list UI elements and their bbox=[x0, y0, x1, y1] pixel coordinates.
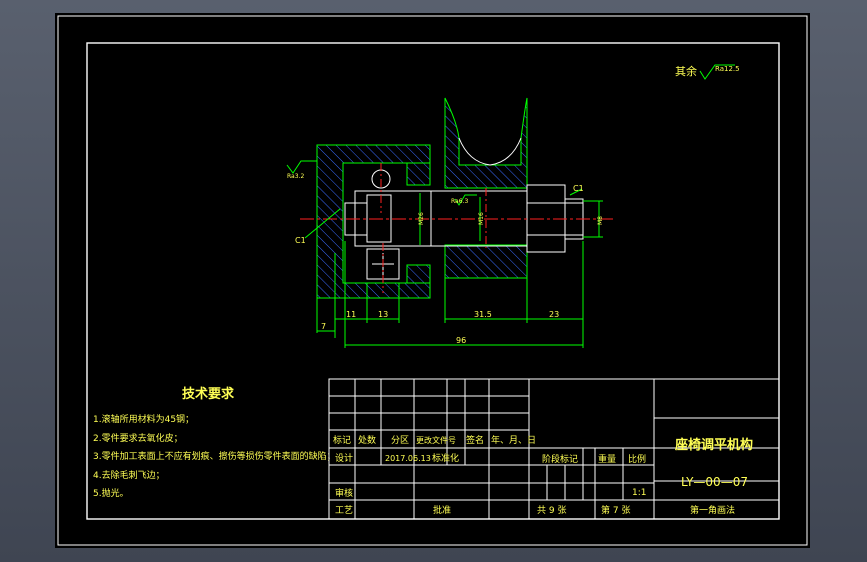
cad-viewport[interactable]: 其余 Ra12.5 Ra3.2 Ra6.3 C1 C1 M26 M16 M8 7… bbox=[0, 0, 867, 562]
chamfer-label-right: C1 bbox=[573, 184, 584, 193]
dim-96: 96 bbox=[456, 336, 466, 345]
pulley-plate-lower bbox=[444, 244, 528, 279]
outer-border bbox=[57, 15, 808, 546]
tech-item-4: 4.去除毛刺飞边； bbox=[93, 469, 165, 481]
tb-projection: 第一角画法 bbox=[690, 504, 735, 516]
surface-finish-note: 其余 Ra12.5 bbox=[675, 64, 740, 80]
part-drawing: Ra3.2 Ra6.3 C1 C1 M26 M16 M8 7 11 13 31.… bbox=[286, 97, 615, 348]
drawing-sheet: 其余 Ra12.5 Ra3.2 Ra6.3 C1 C1 M26 M16 M8 7… bbox=[55, 13, 810, 548]
tb-design-date: 2017.06.13 bbox=[385, 454, 431, 463]
tech-item-3: 3.零件加工表面上不应有划痕、擦伤等损伤零件表面的缺陷； bbox=[93, 450, 336, 462]
tb-ratio: 1:1 bbox=[632, 488, 646, 498]
roughness-label-left: Ra3.2 bbox=[287, 173, 304, 180]
dim-m26: M26 bbox=[418, 212, 425, 225]
dim-23: 23 bbox=[549, 310, 559, 319]
tb-head-count: 处数 bbox=[358, 434, 376, 446]
title-block: 标记 处数 分区 更改文件号 签名 年、月、日 设计 2017.06.13 标准… bbox=[328, 378, 780, 520]
tb-standard: 标准化 bbox=[432, 452, 459, 464]
drawing-canvas: 其余 Ra12.5 Ra3.2 Ra6.3 C1 C1 M26 M16 M8 7… bbox=[57, 15, 808, 546]
dim-13: 13 bbox=[378, 310, 388, 319]
bracket-tab-lower bbox=[406, 264, 431, 284]
tech-requirements: 技术要求 1.滚轴所用材料为45钢； 2.零件要求去氧化皮； 3.零件加工表面上… bbox=[93, 386, 336, 499]
tb-approve: 批准 bbox=[433, 504, 451, 516]
pulley-plate-upper bbox=[444, 97, 528, 189]
tb-head-doc: 更改文件号 bbox=[416, 435, 456, 445]
tb-stage-mark: 阶段标记 bbox=[542, 453, 578, 465]
chamfer-label-left: C1 bbox=[295, 236, 306, 245]
tech-item-2: 2.零件要求去氧化皮； bbox=[93, 432, 183, 444]
bracket-tab-upper bbox=[406, 162, 431, 186]
surface-note-text: 其余 bbox=[675, 64, 697, 78]
tb-sheet-no: 第 7 张 bbox=[601, 504, 630, 516]
tb-head-date: 年、月、日 bbox=[491, 434, 536, 446]
dim-7: 7 bbox=[321, 322, 326, 331]
dim-31-5: 31.5 bbox=[474, 310, 492, 319]
tech-item-5: 5.抛光。 bbox=[93, 487, 129, 499]
dim-m16: M16 bbox=[478, 212, 485, 225]
tb-head-zone: 分区 bbox=[391, 435, 409, 446]
surface-roughness-value: Ra12.5 bbox=[715, 65, 740, 73]
dim-11: 11 bbox=[346, 310, 356, 319]
tb-head-sign: 签名 bbox=[466, 434, 484, 446]
tb-weight: 重量 bbox=[598, 453, 616, 465]
tb-design: 设计 bbox=[335, 452, 353, 464]
tech-item-1: 1.滚轴所用材料为45钢； bbox=[93, 413, 194, 425]
tb-ratio-label: 比例 bbox=[628, 453, 646, 465]
dim-m8: M8 bbox=[597, 216, 604, 225]
roughness-marker-left bbox=[286, 160, 317, 174]
tech-title: 技术要求 bbox=[182, 386, 235, 402]
tb-process: 工艺 bbox=[335, 505, 353, 516]
tb-sheets-total: 共 9 张 bbox=[537, 505, 566, 516]
roughness-label-mid: Ra6.3 bbox=[451, 198, 468, 205]
tb-head-mark: 标记 bbox=[333, 434, 351, 446]
tb-drawing-no: LY—00—07 bbox=[681, 475, 748, 489]
tb-part-name: 座椅调平机构 bbox=[674, 437, 753, 453]
pulley-notch bbox=[458, 137, 522, 166]
tb-review: 审核 bbox=[335, 487, 353, 499]
